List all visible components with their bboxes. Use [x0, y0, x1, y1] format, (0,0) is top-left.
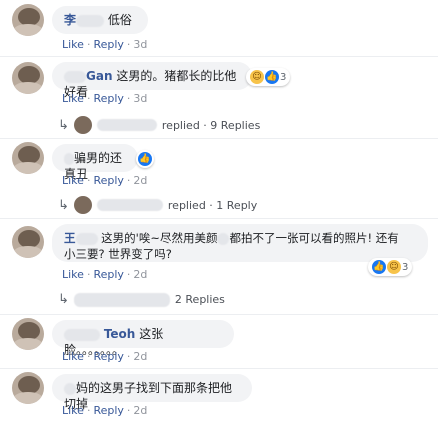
like-link[interactable]: Like [62, 174, 84, 187]
blurred-name [76, 14, 105, 27]
divider [0, 368, 438, 369]
reaction-count: 3 [402, 261, 409, 273]
haha-icon: ☺ [250, 70, 264, 84]
commenter-name[interactable]: 李 [64, 13, 76, 27]
avatar[interactable] [12, 226, 44, 258]
comment-text: 低俗 [107, 13, 132, 27]
avatar[interactable] [12, 62, 44, 94]
timestamp[interactable]: 2d [133, 268, 147, 281]
reply-link[interactable]: Reply [93, 38, 123, 51]
reaction-summary[interactable]: 👍 ☺ 3 [368, 258, 413, 276]
reply-summary[interactable]: 2 Replies [175, 293, 225, 306]
blurred-name [64, 70, 86, 83]
comment-actions: Like · Reply · 3d [62, 38, 148, 51]
view-replies-link[interactable]: ↳ replied · 1 Reply [58, 196, 257, 214]
comment-text-line1b: 都拍不了一张可以看的照片! 还有 [229, 231, 399, 245]
comment-bubble: 李 低俗 [52, 6, 148, 34]
comment-actions: Like · Reply · 2d [62, 268, 148, 281]
blurred-name [96, 199, 163, 211]
like-icon: 👍 [265, 70, 279, 84]
comment-actions: Like · Reply · 2d [62, 350, 148, 363]
comment-bubble: Gan 这男的。猪都长的比他好看 [52, 62, 252, 99]
timestamp[interactable]: 2d [133, 404, 147, 417]
like-link[interactable]: Like [62, 92, 84, 105]
divider [0, 218, 438, 219]
replier-avatar [73, 116, 92, 134]
comment-bubble: 王 这男的'唉~尽然用美颜 都拍不了一张可以看的照片! 还有 小三要? 世界变了吗… [52, 224, 428, 262]
comment-actions: Like · Reply · 3d [62, 92, 148, 105]
divider [0, 56, 438, 57]
like-link[interactable]: Like [62, 350, 84, 363]
comment-bubble: 骗男的还真丑 [52, 144, 138, 181]
reaction-summary[interactable]: ☺ 👍 3 [246, 68, 291, 86]
reply-arrow-icon: ↳ [58, 117, 69, 133]
view-replies-link[interactable]: ↳ replied · 9 Replies [58, 116, 260, 134]
avatar[interactable] [12, 4, 44, 36]
reply-link[interactable]: Reply [93, 268, 123, 281]
blurred-name [64, 152, 74, 165]
blurred-avatars [73, 292, 170, 307]
blurred-name [96, 119, 157, 131]
blurred-name [75, 232, 98, 245]
comment-bubble: 妈的这男子找到下面那条把他切掉 [52, 374, 252, 411]
timestamp[interactable]: 3d [133, 38, 147, 51]
like-link[interactable]: Like [62, 404, 84, 417]
avatar[interactable] [12, 318, 44, 350]
divider [0, 138, 438, 139]
like-icon: 👍 [372, 260, 386, 274]
blurred-word [217, 232, 230, 245]
reply-link[interactable]: Reply [93, 404, 123, 417]
commenter-name[interactable]: Teoh [104, 327, 136, 341]
reply-arrow-icon: ↳ [58, 292, 69, 307]
divider [0, 314, 438, 315]
commenter-name[interactable]: 王 [64, 231, 76, 245]
timestamp[interactable]: 2d [133, 174, 147, 187]
blurred-name [64, 328, 100, 341]
avatar[interactable] [12, 142, 44, 174]
comment-actions: Like · Reply · 2d [62, 174, 148, 187]
comment-bubble: Teoh 这张脸。。。。。。。 [52, 320, 234, 357]
reply-link[interactable]: Reply [93, 174, 123, 187]
commenter-name[interactable]: Gan [86, 69, 113, 83]
like-link[interactable]: Like [62, 38, 84, 51]
reply-summary[interactable]: replied · 9 Replies [162, 119, 260, 132]
reaction-count: 3 [280, 71, 287, 83]
comment-text-line2: 小三要? 世界变了吗? [64, 247, 172, 261]
like-link[interactable]: Like [62, 268, 84, 281]
like-icon: 👍 [138, 152, 152, 166]
comment-text-line1: 这男的'唉~尽然用美颜 [101, 231, 218, 245]
comment-actions: Like · Reply · 2d [62, 404, 148, 417]
reply-link[interactable]: Reply [93, 92, 123, 105]
reply-summary[interactable]: replied · 1 Reply [168, 199, 257, 212]
timestamp[interactable]: 3d [133, 92, 147, 105]
reaction-summary[interactable]: 👍 [136, 150, 154, 168]
timestamp[interactable]: 2d [133, 350, 147, 363]
blurred-name [64, 382, 76, 395]
view-replies-link[interactable]: ↳ 2 Replies [58, 292, 225, 307]
haha-icon: ☺ [387, 260, 401, 274]
avatar[interactable] [12, 372, 44, 404]
replier-avatar [73, 196, 92, 214]
reply-link[interactable]: Reply [93, 350, 123, 363]
reply-arrow-icon: ↳ [58, 197, 69, 213]
